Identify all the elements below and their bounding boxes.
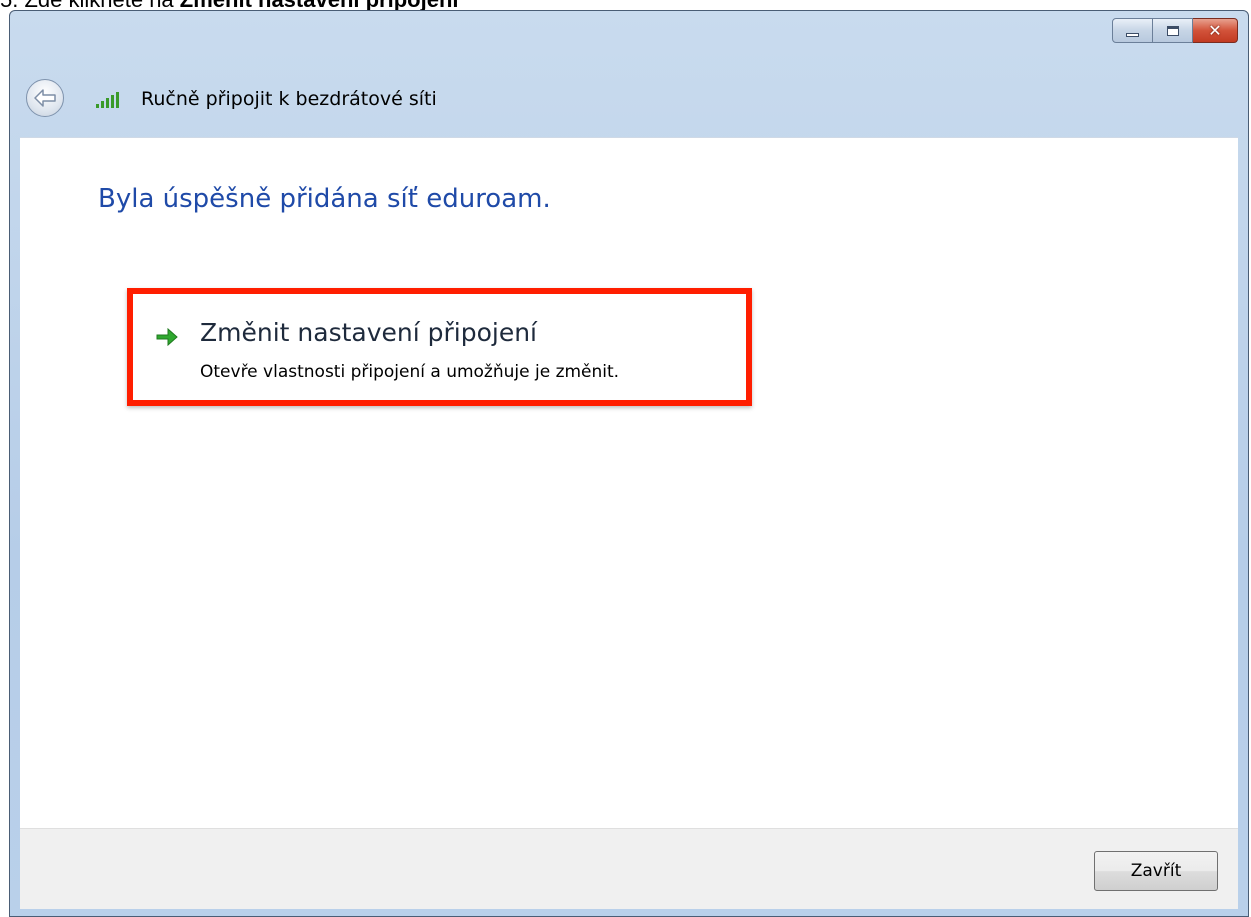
back-button[interactable] <box>26 79 64 117</box>
navigation-bar: Ručně připojit k bezdrátové síti <box>10 63 1248 117</box>
footer-bar: Zavřít <box>20 828 1238 909</box>
maximize-icon <box>1166 25 1179 36</box>
close-icon: ✕ <box>1208 20 1222 40</box>
nav-title: Ručně připojit k bezdrátové síti <box>141 88 437 110</box>
close-button[interactable]: Zavřít <box>1094 851 1218 891</box>
highlight-box <box>127 288 752 406</box>
caption-buttons: ✕ <box>1112 18 1238 43</box>
green-arrow-icon <box>156 328 178 346</box>
action-description: Otevře vlastnosti připojení a umožňuje j… <box>200 362 620 382</box>
dialog-window: ✕ Ručně připojit k bezdrátové síti Byla … <box>9 10 1249 917</box>
back-arrow-icon <box>34 89 56 107</box>
maximize-button[interactable] <box>1153 18 1193 43</box>
success-headline: Byla úspěšně přidána síť eduroam. <box>98 184 551 214</box>
minimize-icon <box>1126 32 1139 37</box>
wifi-signal-icon <box>96 92 119 108</box>
minimize-button[interactable] <box>1112 18 1153 43</box>
content-area: Byla úspěšně přidána síť eduroam. Změnit… <box>20 137 1238 829</box>
action-title[interactable]: Změnit nastavení připojení <box>200 318 537 347</box>
title-bar: ✕ <box>10 11 1248 63</box>
close-window-button[interactable]: ✕ <box>1193 18 1238 43</box>
